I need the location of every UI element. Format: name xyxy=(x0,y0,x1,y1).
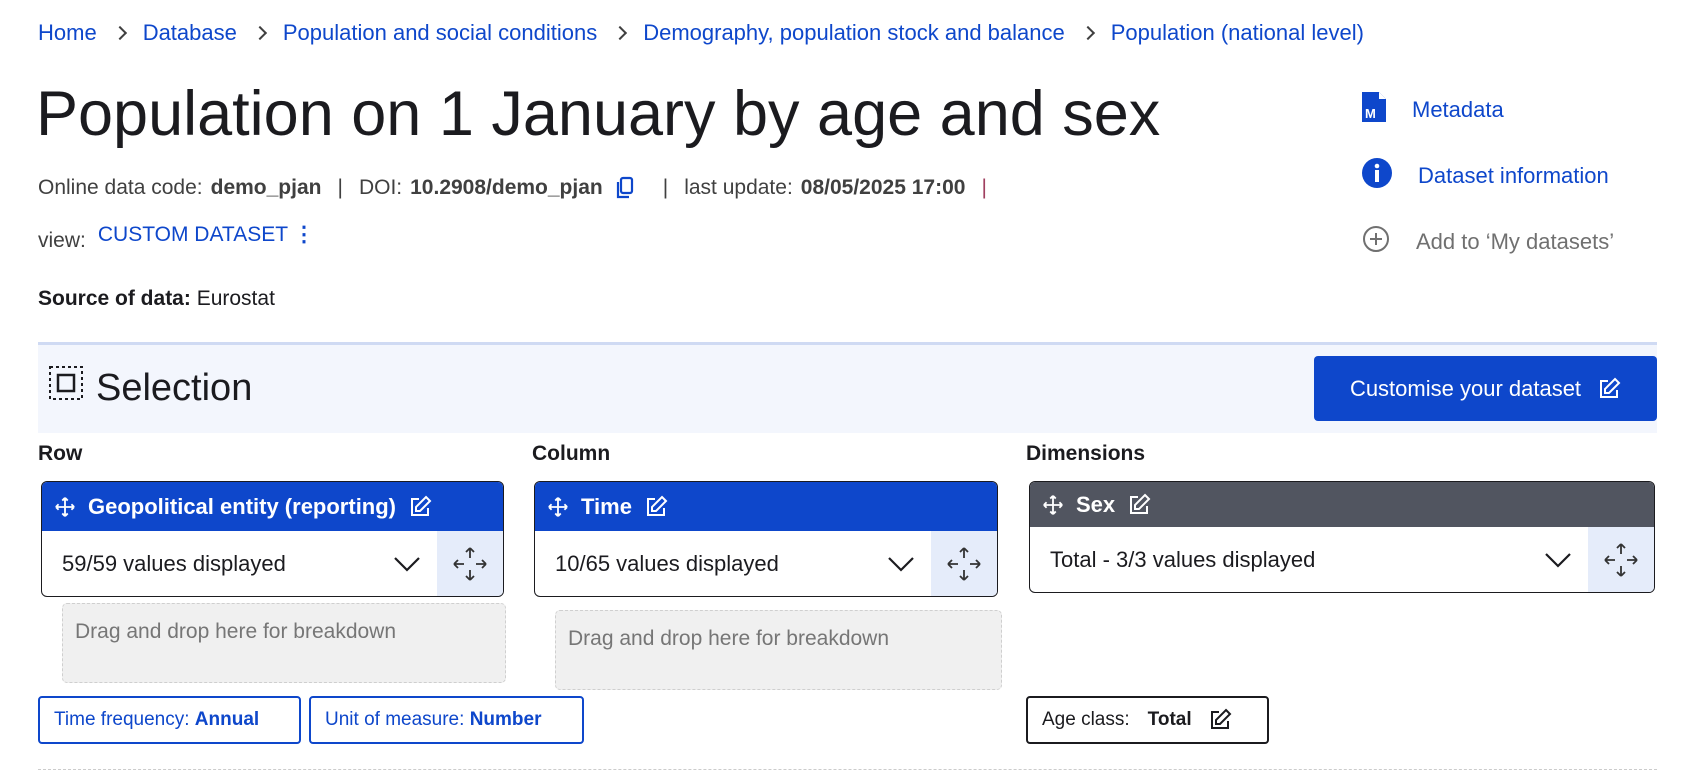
chevron-right-icon xyxy=(1080,25,1095,41)
separator: | xyxy=(662,176,669,199)
row-label: Row xyxy=(38,442,83,465)
sex-dimension-card[interactable]: Sex Total - 3/3 values displayed xyxy=(1029,481,1655,593)
selection-title: Selection xyxy=(96,366,253,409)
column-label: Column xyxy=(532,442,611,465)
values-dropdown[interactable]: 59/59 values displayed xyxy=(42,551,377,577)
column-drop-zone[interactable]: Drag and drop here for breakdown xyxy=(555,610,1002,690)
customise-label: Customise your dataset xyxy=(1349,375,1582,401)
metadata-label: Metadata xyxy=(1412,97,1504,122)
view-value: CUSTOM DATASET xyxy=(97,223,288,246)
move-arrows-icon[interactable] xyxy=(1588,527,1654,592)
selection-icon xyxy=(48,365,84,411)
chip-label: Time frequency: xyxy=(54,709,190,730)
breadcrumb-population-social[interactable]: Population and social conditions xyxy=(283,20,597,46)
divider xyxy=(38,769,1657,770)
dimension-name: Geopolitical entity (reporting) xyxy=(88,493,397,519)
plus-circle-icon xyxy=(1362,225,1390,259)
source-value: Eurostat xyxy=(196,287,275,310)
column-dimension-card[interactable]: Time 10/65 values displayed xyxy=(534,481,998,597)
breadcrumb-database[interactable]: Database xyxy=(143,20,237,46)
add-to-my-datasets[interactable]: Add to ‘My datasets’ xyxy=(1362,225,1614,259)
edit-icon[interactable] xyxy=(644,495,668,519)
age-class-chip[interactable]: Age class: Total xyxy=(1026,696,1269,744)
doi-label: DOI: xyxy=(358,176,403,199)
info-label: Dataset information xyxy=(1418,163,1609,188)
code-label: Online data code: xyxy=(38,176,203,199)
chevron-down-icon[interactable] xyxy=(377,556,437,572)
move-icon[interactable] xyxy=(54,496,76,518)
page-title: Population on 1 January by age and sex xyxy=(36,79,1161,149)
view-dropdown[interactable]: CUSTOM DATASET ⋮ xyxy=(98,222,315,247)
update-label: last update: xyxy=(684,176,793,199)
dataset-meta: Online data code: demo_pjan | DOI: 10.2908… xyxy=(38,176,1003,200)
add-label: Add to ‘My datasets’ xyxy=(1416,229,1615,254)
unit-of-measure-chip[interactable]: Unit of measure: Number xyxy=(309,696,584,744)
move-icon[interactable] xyxy=(547,496,569,518)
copy-icon[interactable] xyxy=(615,176,635,200)
chip-label: Unit of measure: xyxy=(325,709,465,730)
source-label: Source of data: xyxy=(38,287,191,310)
separator: | xyxy=(337,176,343,199)
view-row: view: CUSTOM DATASET ⋮ xyxy=(38,223,315,253)
edit-icon xyxy=(1597,377,1621,401)
selection-heading: Selection xyxy=(48,365,252,411)
move-arrows-icon[interactable] xyxy=(931,531,997,596)
info-icon xyxy=(1362,158,1392,194)
dimension-name: Sex xyxy=(1076,491,1116,517)
svg-text:M: M xyxy=(1365,106,1376,121)
source-of-data: Source of data: Eurostat xyxy=(38,287,275,311)
time-frequency-chip[interactable]: Time frequency: Annual xyxy=(38,696,301,744)
edit-icon[interactable] xyxy=(1127,493,1151,517)
chip-value: Annual xyxy=(194,709,260,730)
chevron-down-icon[interactable] xyxy=(1528,552,1588,568)
customise-dataset-button[interactable]: Customise your dataset xyxy=(1314,356,1657,421)
update-value: 08/05/2025 17:00 xyxy=(800,176,966,199)
breadcrumb-demography[interactable]: Demography, population stock and balance xyxy=(643,20,1065,46)
chevron-right-icon xyxy=(613,25,628,41)
chevron-down-icon[interactable] xyxy=(871,556,931,572)
breadcrumb-population-national[interactable]: Population (national level) xyxy=(1111,20,1364,46)
separator: | xyxy=(981,176,987,199)
chip-value: Number xyxy=(469,709,542,730)
edit-icon[interactable] xyxy=(1208,708,1232,732)
move-icon[interactable] xyxy=(1042,494,1064,516)
values-dropdown[interactable]: 10/65 values displayed xyxy=(535,551,871,577)
move-arrows-icon[interactable] xyxy=(437,531,503,596)
chip-label: Age class: xyxy=(1042,709,1130,730)
breadcrumb: Home Database Population and social cond… xyxy=(38,20,1364,46)
dimension-name: Time xyxy=(581,493,632,519)
metadata-link[interactable]: M Metadata xyxy=(1362,92,1504,128)
dimensions-label: Dimensions xyxy=(1026,442,1146,465)
breadcrumb-home[interactable]: Home xyxy=(38,20,97,46)
chip-value: Total xyxy=(1147,709,1192,730)
view-label: view: xyxy=(38,229,86,252)
code-value: demo_pjan xyxy=(210,176,322,199)
edit-icon[interactable] xyxy=(408,495,432,519)
kebab-icon: ⋮ xyxy=(293,223,315,246)
values-dropdown[interactable]: Total - 3/3 values displayed xyxy=(1030,547,1528,573)
dataset-information-link[interactable]: Dataset information xyxy=(1362,158,1609,194)
chevron-right-icon xyxy=(112,25,127,41)
doi-value: 10.2908/demo_pjan xyxy=(410,176,603,199)
metadata-file-icon: M xyxy=(1362,92,1386,128)
chevron-right-icon xyxy=(252,25,267,41)
row-dimension-card[interactable]: Geopolitical entity (reporting) 59/59 va… xyxy=(41,481,504,597)
row-drop-zone[interactable]: Drag and drop here for breakdown xyxy=(62,603,506,683)
